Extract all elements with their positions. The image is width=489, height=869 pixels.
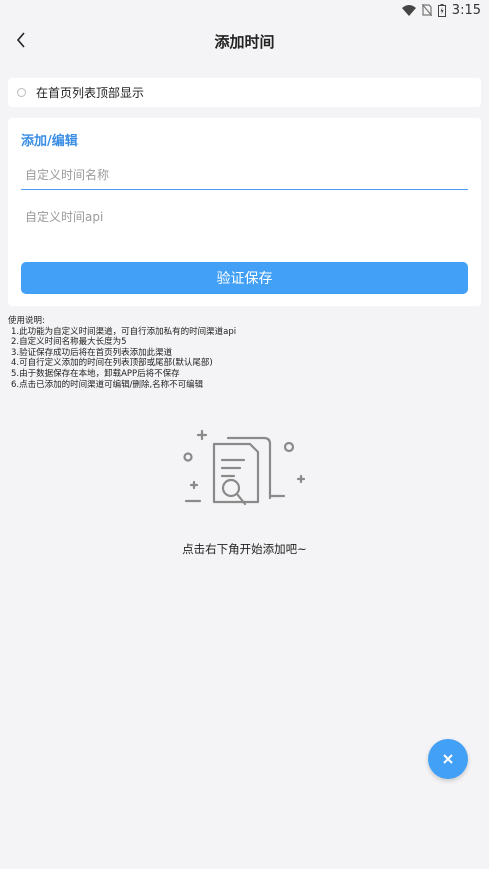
show-on-top-radio[interactable]	[17, 88, 26, 97]
empty-state-text: 点击右下角开始添加吧~	[182, 542, 307, 556]
instruction-item: 1.此功能为自定义时间渠道，可自行添加私有的时间渠道api	[11, 326, 237, 337]
battery-icon	[437, 3, 446, 17]
instruction-item: 5.由于数据保存在本地，卸载APP后将不保存	[11, 368, 180, 379]
usage-instructions: 使用说明: 1.此功能为自定义时间渠道，可自行添加私有的时间渠道api 2.自定…	[8, 316, 236, 390]
time-api-input[interactable]	[21, 202, 468, 232]
instructions-title: 使用说明:	[8, 316, 45, 326]
wifi-icon	[401, 4, 416, 16]
no-sim-icon	[421, 4, 432, 16]
section-title: 添加/编辑	[21, 134, 78, 149]
add-edit-card: 添加/编辑 验证保存	[8, 118, 481, 306]
instruction-item: 2.自定义时间名称最大长度为5	[11, 337, 127, 348]
back-button[interactable]	[10, 28, 32, 52]
empty-document-search-icon	[183, 429, 306, 506]
show-on-top-option[interactable]: 在首页列表顶部显示	[8, 78, 481, 107]
instruction-item: 3.验证保存成功后将在首页列表添加此渠道	[11, 347, 173, 358]
chevron-left-icon	[16, 32, 25, 48]
instruction-item: 4.可自行定义添加的时间在列表顶部或尾部(默认尾部)	[11, 358, 213, 369]
verify-save-button[interactable]: 验证保存	[21, 262, 468, 294]
close-icon	[443, 754, 453, 764]
show-on-top-label: 在首页列表顶部显示	[36, 86, 145, 100]
add-fab-button[interactable]	[428, 739, 468, 779]
instruction-item: 6.点击已添加的时间渠道可编辑/删除,名称不可编辑	[11, 379, 204, 390]
status-bar: 3:15	[0, 0, 489, 20]
page-title: 添加时间	[214, 32, 275, 51]
status-time: 3:15	[451, 2, 481, 18]
app-bar: 添加时间	[0, 20, 489, 62]
time-name-input[interactable]	[21, 160, 468, 190]
